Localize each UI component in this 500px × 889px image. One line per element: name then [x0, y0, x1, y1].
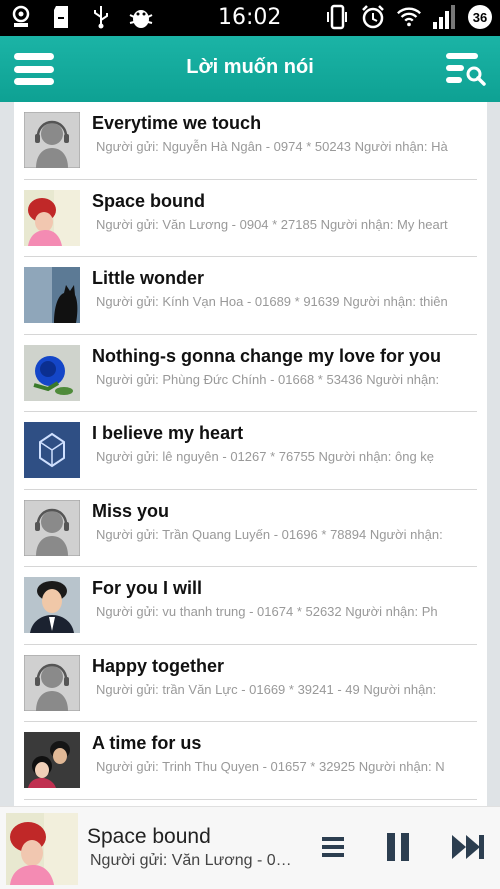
song-title: A time for us	[92, 733, 202, 753]
song-sender: Người gửi: Trần Quang Luyến - 01696 * 78…	[96, 526, 443, 542]
mini-player[interactable]: Space bound Người gửi: Văn Lương - 0904 …	[0, 806, 500, 889]
song-title: Nothing-s gonna change my love for you	[92, 345, 442, 366]
list-item[interactable]: Little wonder Người gửi: Kính Vạn Hoa - …	[24, 257, 477, 335]
song-title: Miss you	[92, 500, 170, 521]
list-item[interactable]: I believe my heart Người gửi: lê nguyên …	[24, 412, 477, 490]
default-avatar-icon	[24, 654, 80, 711]
song-thumbnail	[24, 344, 80, 401]
sd-card-icon	[48, 4, 74, 30]
song-sender: Người gửi: Văn Lương - 0904 * 27185 Ngườ…	[96, 216, 448, 232]
now-playing-title: Space bound	[87, 825, 211, 848]
status-bar: 16:02 36	[0, 0, 500, 36]
song-title: Space bound	[92, 190, 206, 211]
song-sender: Người gửi: Trinh Thu Quyen - 01657 * 329…	[96, 759, 445, 774]
default-avatar-icon	[24, 112, 80, 168]
song-list[interactable]: Everytime we touch Người gửi: Nguyễn Hà …	[14, 102, 487, 806]
song-thumbnail	[24, 189, 80, 246]
song-title: Little wonder	[92, 268, 204, 288]
song-sender: Người gửi: vu thanh trung - 01674 * 5263…	[96, 604, 438, 619]
song-sender: Người gửi: Nguyễn Hà Ngân - 0974 * 50243…	[96, 139, 448, 154]
song-title: I believe my heart	[92, 423, 244, 443]
now-playing-thumbnail	[6, 813, 78, 885]
song-thumbnail	[24, 422, 80, 478]
song-thumbnail	[24, 577, 80, 633]
song-thumbnail	[24, 267, 80, 323]
wifi-icon	[396, 4, 422, 30]
signal-icon	[432, 4, 458, 30]
app-bar: Lời muốn nói	[0, 36, 500, 102]
song-sender: Người gửi: trần Văn Lực - 01669 * 39241 …	[96, 681, 437, 697]
song-title: Happy together	[92, 655, 225, 676]
playlist-icon[interactable]	[318, 829, 354, 865]
song-thumbnail	[24, 732, 80, 788]
status-time: 16:02	[218, 5, 282, 30]
list-item[interactable]: Nothing-s gonna change my love for you N…	[24, 335, 477, 412]
song-title: For you I will	[92, 578, 203, 598]
vibrate-icon	[324, 4, 350, 30]
android-debug-icon	[128, 4, 154, 30]
song-sender: Người gửi: Phùng Đức Chính - 01668 * 534…	[96, 371, 440, 387]
now-playing-sender: Người gửi: Văn Lương - 0904 * 27185	[90, 852, 300, 869]
song-sender: Người gửi: lê nguyên - 01267 * 76755 Ngư…	[96, 449, 435, 464]
pause-icon[interactable]	[382, 829, 418, 865]
list-item[interactable]: Everytime we touch Người gửi: Nguyễn Hà …	[24, 102, 477, 180]
list-item[interactable]: Happy together Người gửi: trần Văn Lực -…	[24, 645, 477, 722]
list-item[interactable]: For you I will Người gửi: vu thanh trung…	[24, 567, 477, 645]
list-item[interactable]: Miss you Người gửi: Trần Quang Luyến - 0…	[24, 490, 477, 567]
list-item[interactable]: A time for us Người gửi: Trinh Thu Quyen…	[24, 722, 477, 800]
song-sender: Người gửi: Kính Vạn Hoa - 01689 * 91639 …	[96, 294, 448, 309]
next-track-icon[interactable]	[450, 829, 486, 865]
list-item[interactable]: Space bound Người gửi: Văn Lương - 0904 …	[24, 180, 477, 257]
song-title: Everytime we touch	[92, 113, 262, 133]
page-title: Lời muốn nói	[186, 56, 314, 78]
usb-icon	[88, 4, 114, 30]
default-avatar-icon	[24, 499, 80, 556]
loop-icon	[8, 4, 34, 30]
alarm-icon	[360, 4, 386, 30]
battery-icon: 36	[468, 5, 492, 29]
search-list-icon[interactable]	[446, 50, 486, 88]
